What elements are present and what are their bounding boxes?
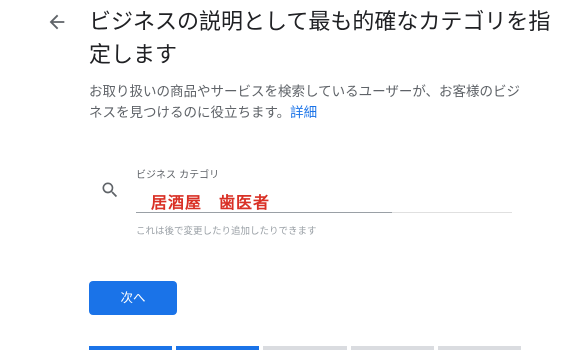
category-input[interactable]: 居酒屋 歯医者 (151, 189, 270, 213)
arrow-back-icon[interactable] (46, 11, 68, 33)
category-input-underline (136, 212, 392, 213)
category-helper-text: これは後で変更したり追加したりできます (136, 226, 317, 237)
progress-segment (437, 346, 522, 350)
description: お取り扱いの商品やサービスを検索しているユーザーが、お客様のビジネスを見つけるの… (89, 82, 529, 124)
progress-segment (350, 346, 434, 350)
progress-segment (176, 346, 260, 350)
next-button[interactable]: 次へ (89, 281, 177, 315)
page-title: ビジネスの説明として最も的確なカテゴリを指定します (89, 10, 551, 68)
progress-segment (263, 346, 347, 350)
category-input-underline-rest (392, 212, 512, 213)
progress-segment (89, 346, 173, 350)
learn-more-link[interactable]: 詳細 (290, 105, 317, 121)
search-icon (102, 182, 118, 198)
category-field-label: ビジネス カテゴリ (136, 170, 220, 181)
progress-bar (89, 346, 522, 350)
